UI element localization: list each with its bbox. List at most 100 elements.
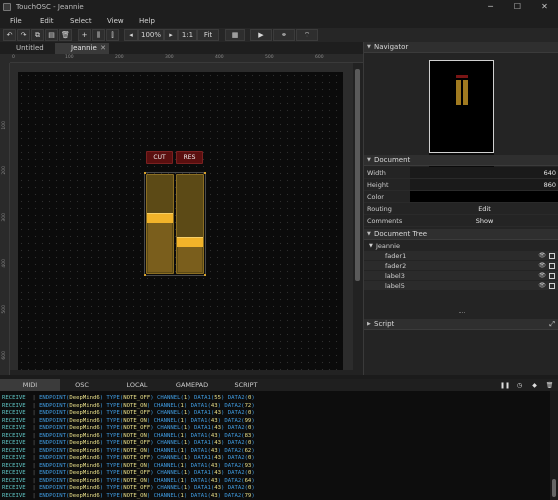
canvas-vertical-scrollbar[interactable] [353, 63, 363, 375]
scroll-thumb[interactable] [552, 479, 556, 497]
wifi-icon[interactable]: ⌔ [296, 29, 318, 41]
label5[interactable]: RES [176, 151, 203, 164]
document-canvas[interactable]: CUT RES [18, 72, 343, 372]
play-button[interactable]: ▶ [250, 29, 272, 41]
minimize-button[interactable]: ─ [477, 0, 504, 14]
menu-edit[interactable]: Edit [40, 17, 54, 25]
log-syntax: ) TYPE( [99, 447, 124, 454]
tree-item-fader1[interactable]: fader1 👁 [364, 251, 558, 261]
redo-icon[interactable]: ↷ [17, 29, 30, 41]
log-syntax: | [25, 440, 40, 446]
log-field: DeepMind6 [69, 477, 100, 484]
pause-icon[interactable]: ❚❚ [500, 381, 510, 390]
distribute-icon[interactable]: ⫿ [106, 29, 119, 41]
comments-show-button[interactable]: Show [410, 215, 558, 226]
routing-edit-button[interactable]: Edit [410, 203, 558, 214]
log-field: NOTE_OFF [123, 410, 151, 416]
navigator-header[interactable]: ▼ Navigator [364, 42, 558, 53]
prop-label: Width [367, 169, 386, 177]
navigator-thumbnail[interactable] [429, 60, 494, 153]
log-field: RECEIVE [2, 470, 26, 476]
close-tab-icon[interactable]: ✕ [100, 43, 106, 54]
document-tree-header[interactable]: ▼ Document Tree [364, 229, 558, 240]
document-header[interactable]: ▼ Document [364, 155, 558, 166]
zoom-out-button[interactable]: ◂ [124, 29, 138, 41]
tab-midi[interactable]: MIDI [0, 379, 60, 391]
grid-icon[interactable]: ▦ [225, 29, 245, 41]
eye-icon[interactable]: 👁 [538, 271, 546, 281]
width-field[interactable]: 640 [410, 167, 558, 178]
zoom-level[interactable]: 100% [138, 29, 164, 41]
zoom-in-button[interactable]: ▸ [164, 29, 178, 41]
collapse-icon: ▼ [367, 231, 371, 237]
tab-untitled[interactable]: Untitled [0, 43, 54, 54]
menu-help[interactable]: Help [139, 17, 155, 25]
log-field: DeepMind6 [69, 470, 100, 476]
tab-local[interactable]: LOCAL [107, 379, 167, 391]
add-icon[interactable]: + [78, 29, 91, 41]
color-swatch[interactable] [410, 191, 558, 202]
splitter-handle[interactable] [459, 312, 465, 314]
tab-script[interactable]: SCRIPT [216, 379, 276, 391]
log-scrollbar[interactable] [550, 391, 558, 500]
delete-icon[interactable]: 🗑 [59, 29, 72, 41]
log-field: 43 [214, 485, 221, 491]
log-field: RECEIVE [2, 447, 26, 454]
link-icon[interactable]: ⚭ [273, 29, 295, 41]
log-syntax: ENDPOINT( [39, 492, 70, 499]
log-syntax: ) DATA2( [217, 447, 245, 454]
zoom-fit-button[interactable]: Fit [197, 29, 219, 41]
copy-icon[interactable]: ⧉ [31, 29, 44, 41]
tree-item-fader2[interactable]: fader2 👁 [364, 261, 558, 271]
expand-icon[interactable]: ▼ [369, 241, 373, 251]
paste-icon[interactable]: ▤ [45, 29, 58, 41]
close-window-button[interactable]: ✕ [531, 0, 558, 14]
lock-box-icon[interactable] [549, 273, 555, 279]
menu-view[interactable]: View [107, 17, 124, 25]
tree-item-label3[interactable]: label3 👁 [364, 271, 558, 281]
selection-handle[interactable] [204, 172, 206, 174]
lock-box-icon[interactable] [549, 253, 555, 259]
selection-handle[interactable] [204, 274, 206, 276]
log-syntax: ) [251, 455, 255, 461]
eye-icon[interactable]: 👁 [538, 281, 546, 291]
lock-box-icon[interactable] [549, 263, 555, 269]
expand-icon[interactable]: ⤢ [549, 319, 555, 330]
height-field[interactable]: 860 [410, 179, 558, 190]
canvas-horizontal-scrollbar[interactable] [10, 370, 353, 375]
tag-icon[interactable]: ◆ [530, 381, 539, 390]
log-field: NOTE_ON [123, 492, 147, 499]
prop-height: Height 860 [364, 179, 558, 191]
tree-item-label5[interactable]: label5 👁 [364, 281, 558, 291]
maximize-button[interactable]: ☐ [504, 0, 531, 14]
log-field: RECEIVE [2, 432, 26, 439]
script-title: Script [374, 320, 395, 328]
navigator-title: Navigator [374, 43, 409, 51]
tab-osc[interactable]: OSC [52, 379, 112, 391]
menu-file[interactable]: File [10, 17, 22, 25]
align-icon[interactable]: ⫼ [92, 29, 105, 41]
log-syntax: ) DATA2( [217, 402, 245, 409]
clock-icon[interactable]: ◷ [515, 381, 524, 390]
undo-icon[interactable]: ↶ [3, 29, 16, 41]
selection-handle[interactable] [144, 274, 146, 276]
tab-gamepad[interactable]: GAMEPAD [162, 379, 222, 391]
tree-root-label: Jeannie [376, 242, 400, 250]
clear-log-icon[interactable]: 🗑 [545, 381, 554, 390]
tab-jeannie[interactable]: Jeannie ✕ [55, 43, 109, 54]
log-field: DeepMind6 [69, 410, 100, 416]
menu-select[interactable]: Select [70, 17, 92, 25]
eye-icon[interactable]: 👁 [538, 261, 546, 271]
selection-handle[interactable] [144, 172, 146, 174]
script-header[interactable]: ▶ Script ⤢ [364, 319, 558, 330]
scroll-thumb[interactable] [355, 69, 360, 281]
label3[interactable]: CUT [146, 151, 173, 164]
eye-icon[interactable]: 👁 [538, 251, 546, 261]
log-syntax: ) DATA2( [220, 440, 248, 446]
lock-box-icon[interactable] [549, 283, 555, 289]
document-tree-title: Document Tree [374, 230, 428, 238]
tree-root[interactable]: ▼ Jeannie [364, 241, 558, 251]
editor-canvas-area[interactable]: CUT RES [10, 63, 353, 375]
zoom-ratio-button[interactable]: 1:1 [178, 29, 197, 41]
log-syntax: ) DATA1( [183, 417, 211, 424]
